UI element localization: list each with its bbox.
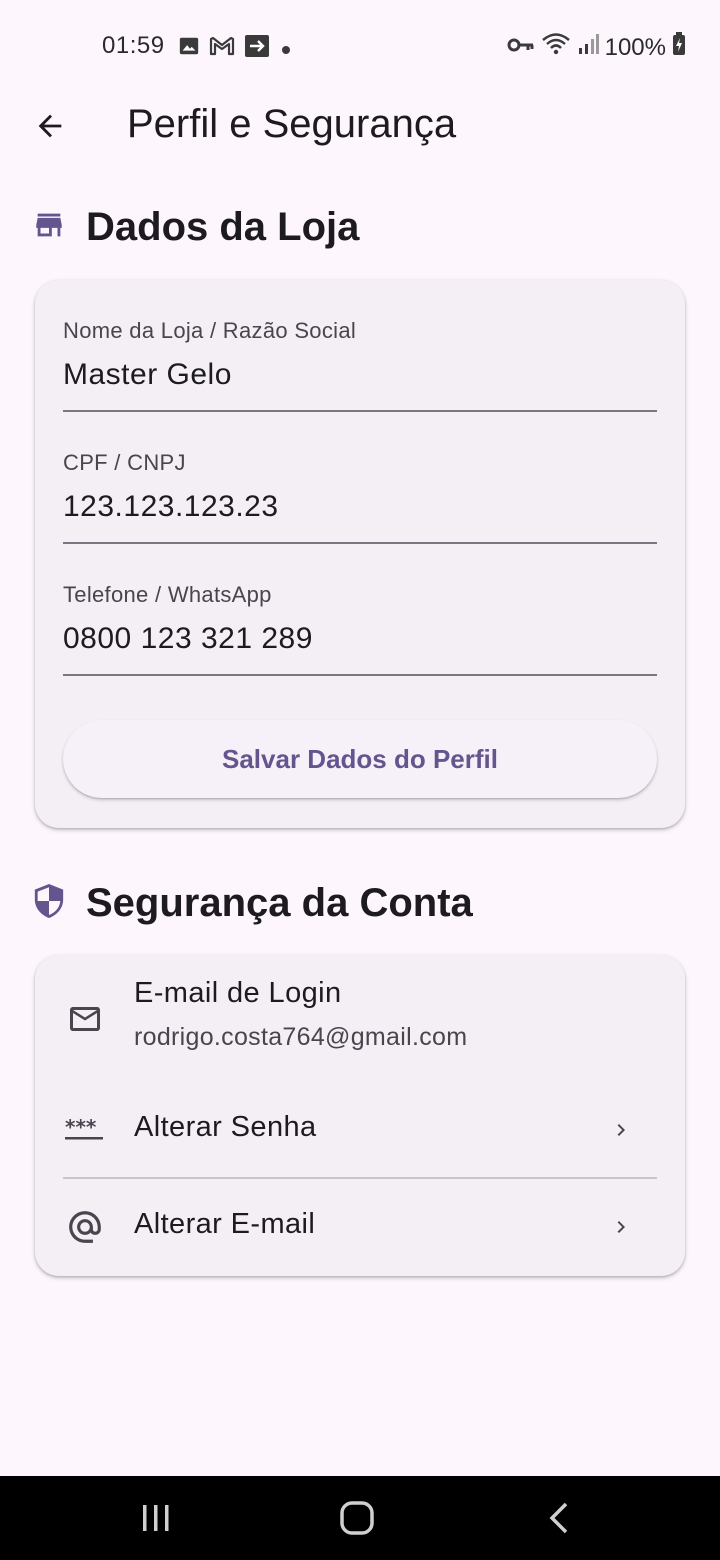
notification-icons bbox=[178, 34, 293, 65]
chevron-right-icon bbox=[609, 1118, 633, 1142]
login-email-value: rodrigo.costa764@gmail.com bbox=[134, 1023, 468, 1051]
store-data-card: Nome da Loja / Razão Social CPF / CNPJ T… bbox=[35, 280, 685, 828]
change-email-label: Alterar E-mail bbox=[134, 1208, 316, 1240]
wifi-icon bbox=[541, 32, 571, 63]
cpf-cnpj-field[interactable]: CPF / CNPJ bbox=[63, 450, 657, 544]
cpf-cnpj-label: CPF / CNPJ bbox=[63, 450, 186, 475]
store-icon bbox=[32, 208, 66, 247]
signal-icon bbox=[577, 33, 599, 62]
svg-text:***: *** bbox=[65, 1118, 97, 1139]
arrow-back-icon bbox=[38, 114, 62, 138]
dot-icon bbox=[279, 36, 293, 64]
phone-input[interactable] bbox=[63, 618, 653, 660]
at-icon bbox=[65, 1207, 105, 1247]
password-icon: *** bbox=[65, 1110, 105, 1150]
store-name-field[interactable]: Nome da Loja / Razão Social bbox=[63, 318, 657, 412]
back-button[interactable] bbox=[22, 98, 78, 154]
change-password-row[interactable]: *** Alterar Senha bbox=[35, 1083, 685, 1177]
image-icon bbox=[178, 35, 200, 64]
store-name-label: Nome da Loja / Razão Social bbox=[63, 318, 357, 343]
security-card: E-mail de Login rodrigo.costa764@gmail.c… bbox=[35, 955, 685, 1276]
login-email-row: E-mail de Login rodrigo.costa764@gmail.c… bbox=[35, 955, 685, 1083]
battery-charging-icon bbox=[672, 32, 686, 63]
page-title: Perfil e Segurança bbox=[127, 102, 457, 146]
security-section-title: Segurança da Conta bbox=[86, 881, 473, 925]
status-bar: 01:59 100% bbox=[0, 0, 720, 92]
store-name-input[interactable] bbox=[63, 354, 653, 396]
system-icons: 100% bbox=[507, 32, 686, 63]
home-button[interactable] bbox=[327, 1490, 387, 1546]
security-section-header: Segurança da Conta bbox=[32, 881, 473, 926]
recent-apps-button[interactable] bbox=[126, 1490, 186, 1546]
cpf-cnpj-input[interactable] bbox=[63, 486, 653, 528]
system-navigation-bar bbox=[0, 1476, 720, 1560]
back-nav-button[interactable] bbox=[528, 1490, 588, 1546]
login-email-title: E-mail de Login bbox=[134, 977, 342, 1009]
phone-label: Telefone / WhatsApp bbox=[63, 582, 272, 607]
save-profile-button[interactable]: Salvar Dados do Perfil bbox=[63, 720, 657, 798]
top-app-bar: Perfil e Segurança bbox=[0, 92, 720, 162]
back-nav-icon bbox=[549, 1502, 568, 1534]
status-time: 01:59 bbox=[102, 32, 165, 59]
shield-icon bbox=[32, 882, 66, 925]
recent-apps-icon bbox=[143, 1505, 169, 1531]
change-email-row[interactable]: Alterar E-mail bbox=[35, 1179, 685, 1276]
battery-percent: 100% bbox=[604, 33, 666, 61]
store-section-header: Dados da Loja bbox=[32, 205, 359, 250]
chevron-right-icon bbox=[609, 1215, 633, 1239]
arrow-box-icon bbox=[244, 34, 270, 65]
vpn-key-icon bbox=[507, 34, 535, 62]
mail-icon bbox=[65, 999, 105, 1039]
home-icon bbox=[340, 1501, 374, 1535]
gmail-icon bbox=[209, 35, 235, 64]
change-password-label: Alterar Senha bbox=[134, 1111, 317, 1143]
store-section-title: Dados da Loja bbox=[86, 205, 360, 249]
phone-field[interactable]: Telefone / WhatsApp bbox=[63, 582, 657, 676]
